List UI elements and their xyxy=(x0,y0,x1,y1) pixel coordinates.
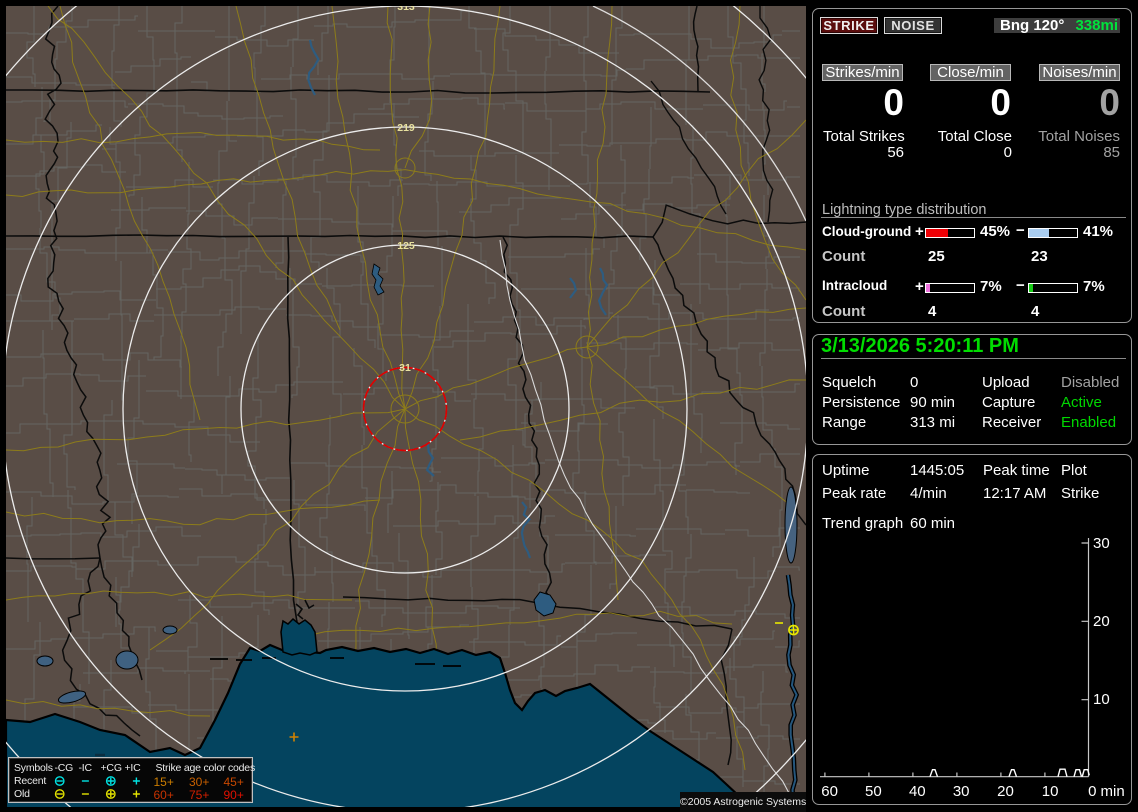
svg-text:40: 40 xyxy=(909,783,926,800)
svg-text:50: 50 xyxy=(865,783,882,800)
svg-text:313: 313 xyxy=(397,1,415,13)
svg-text:20: 20 xyxy=(997,783,1014,800)
svg-text:30: 30 xyxy=(953,783,970,800)
svg-text:60: 60 xyxy=(821,783,838,800)
svg-text:10: 10 xyxy=(1093,691,1110,708)
svg-text:30: 30 xyxy=(1093,535,1110,552)
svg-text:219: 219 xyxy=(397,122,415,134)
svg-text:20: 20 xyxy=(1093,613,1110,630)
svg-text:0: 0 xyxy=(1088,783,1096,800)
svg-text:10: 10 xyxy=(1042,783,1059,800)
svg-text:min: min xyxy=(1101,783,1125,800)
svg-text:125: 125 xyxy=(397,240,415,252)
svg-text:31: 31 xyxy=(399,362,411,374)
